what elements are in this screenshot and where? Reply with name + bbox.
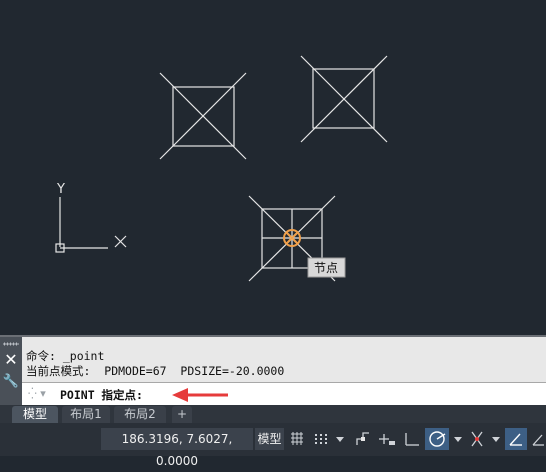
close-icon[interactable]: ✕ bbox=[0, 351, 22, 369]
ortho-icon[interactable] bbox=[352, 428, 374, 450]
add-layout-button[interactable]: + bbox=[172, 406, 192, 423]
history-line: 当前点模式: PDMODE=67 PDSIZE=-20.0000 bbox=[26, 364, 285, 378]
command-line-grip[interactable]: ✕ 🔧 bbox=[0, 337, 22, 407]
snap-tooltip: 节点 bbox=[307, 257, 346, 278]
dynamic-ucs-icon[interactable] bbox=[505, 428, 527, 450]
chevron-down-icon[interactable] bbox=[490, 428, 502, 450]
drag-handle-icon[interactable] bbox=[3, 342, 19, 346]
point-marker[interactable] bbox=[300, 55, 388, 143]
tab-layout2[interactable]: 布局2 bbox=[114, 406, 166, 423]
coordinates-display[interactable]: 186.3196, 7.6027, 0.0000 bbox=[101, 428, 253, 468]
snap-tooltip-label: 节点 bbox=[314, 261, 338, 275]
layout-tabs: 模型 布局1 布局2 + bbox=[0, 405, 546, 423]
customize-wrench-icon[interactable]: 🔧 bbox=[0, 373, 22, 391]
snap-icon[interactable] bbox=[310, 428, 332, 450]
red-arrow-annotation bbox=[172, 388, 228, 402]
ucs-icon bbox=[55, 197, 127, 253]
polar-icon[interactable] bbox=[425, 428, 449, 450]
chevron-down-icon[interactable] bbox=[452, 428, 464, 450]
command-prompt: POINT 指定点: bbox=[60, 388, 143, 402]
point-marker[interactable] bbox=[159, 72, 247, 160]
command-input[interactable]: ⁛ ▾ POINT 指定点: bbox=[22, 382, 546, 406]
recent-commands-icon[interactable]: ⁛ ▾ bbox=[28, 387, 50, 401]
isodraft-icon[interactable] bbox=[401, 428, 423, 450]
history-line: 命令: _point bbox=[26, 349, 105, 363]
status-bar: 186.3196, 7.6027, 0.0000 模型 bbox=[0, 423, 546, 468]
command-line-panel: ✕ 🔧 命令: _point 当前点模式: PDMODE=67 PDSIZE=-2… bbox=[0, 335, 546, 407]
drawing-viewport[interactable]: Y 节点 bbox=[0, 0, 546, 335]
angle-icon[interactable] bbox=[530, 428, 546, 450]
tab-layout1[interactable]: 布局1 bbox=[62, 406, 110, 423]
tab-model[interactable]: 模型 bbox=[12, 406, 58, 423]
chevron-down-icon[interactable] bbox=[334, 428, 346, 450]
osnap-icon[interactable] bbox=[466, 428, 488, 450]
ucs-y-label: Y bbox=[56, 182, 65, 197]
grid-icon[interactable] bbox=[287, 428, 307, 450]
command-history: 命令: _point 当前点模式: PDMODE=67 PDSIZE=-20.00… bbox=[26, 349, 284, 379]
tracking-icon[interactable] bbox=[376, 428, 398, 450]
model-space-button[interactable]: 模型 bbox=[255, 428, 284, 450]
